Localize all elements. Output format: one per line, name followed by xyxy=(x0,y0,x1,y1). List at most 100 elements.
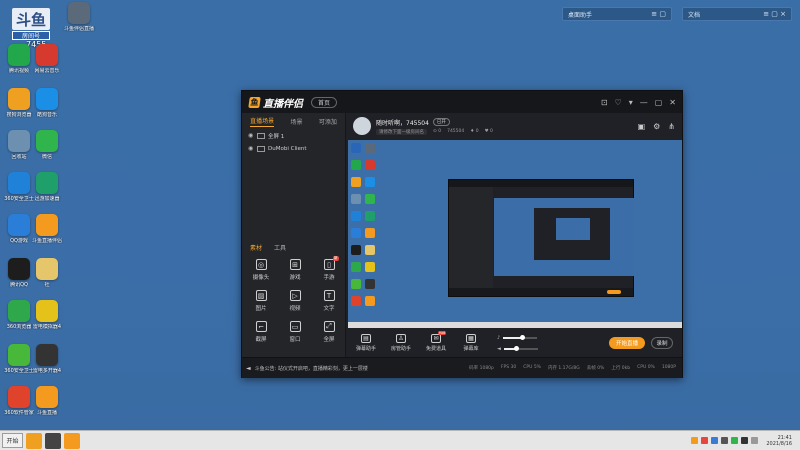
tray-icon[interactable] xyxy=(741,437,749,444)
tool-label: 手游 xyxy=(323,275,335,281)
eye-icon[interactable]: ◉ xyxy=(248,145,257,152)
clock-date: 2021/8/16 xyxy=(766,440,792,447)
tool-icon: ▷ xyxy=(289,290,301,301)
live-controls: ▤ 弹幕助手 ♙ 房管助手 ✉ hot 免费道具 ▦ 弹幕库 ♪ ◄ 开始直播 录制 xyxy=(347,329,683,357)
tab-tools[interactable]: 工具 xyxy=(274,243,286,252)
desktop-icon[interactable]: 斗鱼直播 xyxy=(30,386,64,416)
room-title[interactable]: 随时听啊，745504 xyxy=(376,118,429,127)
start-button[interactable]: 开始 xyxy=(2,433,23,448)
gift-count: ♦ 0 xyxy=(470,129,479,134)
gear-icon[interactable]: ⚙ xyxy=(653,122,660,131)
material-tool[interactable]: T 文字 xyxy=(312,290,346,312)
taskbar-app-icon[interactable] xyxy=(45,432,61,449)
home-button[interactable]: 首页 xyxy=(311,96,338,108)
material-tool[interactable]: ▯ 新手游 xyxy=(312,256,346,281)
live-streaming-app-window: 鱼 直播伴侣 首页 ⊡ ♡ ▾ — ▢ ✕ 直播场景 场景 可添加 ◉ 全屏 1… xyxy=(241,90,683,378)
room-category[interactable]: 请修改下面一级房间名 xyxy=(376,128,427,135)
material-tool[interactable]: ▷ 视频 xyxy=(278,290,312,312)
desktop-icon[interactable]: 雷电多开器4 xyxy=(30,344,64,374)
menu-icon[interactable]: ▾ xyxy=(629,98,633,107)
minimize-icon[interactable]: — xyxy=(640,98,648,107)
desktop-icon-label: 酷狗音乐 xyxy=(36,112,57,118)
monitor-icon xyxy=(257,132,265,139)
desktop-icon[interactable]: 社 xyxy=(30,258,64,288)
source-label: DuMobi Client xyxy=(268,145,307,152)
desktop-icon[interactable]: 微信 xyxy=(30,130,64,160)
scene-panel: 直播场景 场景 可添加 ◉ 全屏 1 ◉ DuMobi Client 素材 工具… xyxy=(242,113,346,357)
tab-scene[interactable]: 场景 xyxy=(290,117,302,126)
material-tool[interactable]: ◎ 摄像头 xyxy=(244,259,278,281)
desktop-icon[interactable]: 斗鱼伴侣直播 xyxy=(62,2,96,32)
announcement[interactable]: 斗鱼公告: 站仪式开启吧，直播精彩刻，更上一层楼 xyxy=(255,365,368,372)
widget-controls[interactable]: ≡ ▢ × xyxy=(763,10,786,18)
preview-desktop-icon xyxy=(365,296,375,306)
mic-icon[interactable]: ♪ xyxy=(497,335,500,341)
speaker-slider[interactable]: ◄ xyxy=(497,345,538,352)
new-badge: 新 xyxy=(333,256,339,261)
source-item[interactable]: ◉ DuMobi Client xyxy=(242,142,345,155)
desktop-icon[interactable]: 斗鱼直播伴侣 xyxy=(30,214,64,244)
tray-icon[interactable] xyxy=(711,437,719,444)
desktop-widget-assistant[interactable]: 桌面助手 ≡ ▢ xyxy=(562,7,672,21)
desktop-icon[interactable]: 酷狗音乐 xyxy=(30,88,64,118)
taskbar-app-icon[interactable] xyxy=(64,432,80,449)
material-tool[interactable]: ⤢ 全屏 xyxy=(312,321,346,343)
clock[interactable]: 21:41 2021/8/16 xyxy=(766,435,792,447)
tool-label: 文字 xyxy=(323,306,335,312)
layout-icon[interactable]: ▣ xyxy=(638,122,646,131)
tab-addable[interactable]: 可添加 xyxy=(319,117,337,126)
app-titlebar: 鱼 直播伴侣 首页 ⊡ ♡ ▾ — ▢ ✕ xyxy=(242,91,682,113)
tab-live-scene[interactable]: 直播场景 xyxy=(250,116,275,127)
desktop-widget-docs[interactable]: 文档 ≡ ▢ × xyxy=(682,7,792,21)
source-label: 全屏 1 xyxy=(268,133,285,140)
tray-icon[interactable] xyxy=(691,437,699,444)
app-logo: 鱼 直播伴侣 xyxy=(248,95,303,110)
live-control-button[interactable]: ▤ 弹幕助手 xyxy=(350,334,382,352)
preview-desktop-icon xyxy=(351,245,361,255)
status-badge: 已开 xyxy=(432,118,450,126)
mic-slider[interactable]: ♪ xyxy=(497,334,538,341)
speaker-icon[interactable]: ◄ xyxy=(497,346,501,352)
tray-icon[interactable] xyxy=(701,437,709,444)
favorite-icon[interactable]: ♡ xyxy=(615,98,622,107)
eye-icon[interactable]: ◉ xyxy=(248,132,257,139)
close-icon[interactable]: ✕ xyxy=(669,98,676,107)
tray-icon[interactable] xyxy=(721,437,729,444)
stream-stat: 码率 1080p xyxy=(469,366,494,371)
stream-stat: 内存 1.17G/8G xyxy=(547,366,580,371)
start-live-button[interactable]: 开始直播 xyxy=(609,337,645,349)
preview-desktop-icon xyxy=(351,160,361,170)
stream-preview[interactable] xyxy=(348,140,682,328)
tool-label: 截屏 xyxy=(255,337,267,343)
ie-icon xyxy=(8,300,30,322)
preview-desktop-icon xyxy=(365,228,375,238)
tool-icon: ⌐ xyxy=(255,321,267,332)
material-tool[interactable]: ▨ 图片 xyxy=(244,290,278,312)
store-icon xyxy=(8,386,30,408)
desktop-icon[interactable]: 雷电模拟器4 xyxy=(30,300,64,330)
screenshot-icon[interactable]: ⊡ xyxy=(601,98,608,107)
material-tool[interactable]: ⌐ 截屏 xyxy=(244,321,278,343)
desktop-icon-label: 雷电模拟器4 xyxy=(32,324,62,330)
desktop-icon[interactable]: 网易云音乐 xyxy=(30,44,64,74)
thunder-icon xyxy=(36,300,58,322)
live-control-button[interactable]: ✉ hot 免费道具 xyxy=(420,331,452,352)
live-control-button[interactable]: ▦ 弹幕库 xyxy=(455,334,487,352)
tray-icon[interactable] xyxy=(751,437,759,444)
live-control-button[interactable]: ♙ 房管助手 xyxy=(385,334,417,352)
material-tool[interactable]: ▭ 窗口 xyxy=(278,321,312,343)
avatar[interactable] xyxy=(353,117,371,135)
tray-icon[interactable] xyxy=(731,437,739,444)
share-icon[interactable]: ⋔ xyxy=(668,122,675,131)
preview-desktop-icon xyxy=(351,262,361,272)
material-tool[interactable]: ⊞ 游戏 xyxy=(278,259,312,281)
desktop-icon[interactable]: 迅游加速器 xyxy=(30,172,64,202)
tab-materials[interactable]: 素材 xyxy=(250,243,262,252)
desktop-icon-label: 社 xyxy=(44,282,50,288)
widget-controls[interactable]: ≡ ▢ xyxy=(651,10,666,18)
taskbar-app-icon[interactable] xyxy=(26,432,42,449)
maximize-icon[interactable]: ▢ xyxy=(655,98,663,107)
preview-desktop-icon xyxy=(365,211,375,221)
source-item[interactable]: ◉ 全屏 1 xyxy=(242,129,345,142)
record-button[interactable]: 录制 xyxy=(651,337,673,349)
